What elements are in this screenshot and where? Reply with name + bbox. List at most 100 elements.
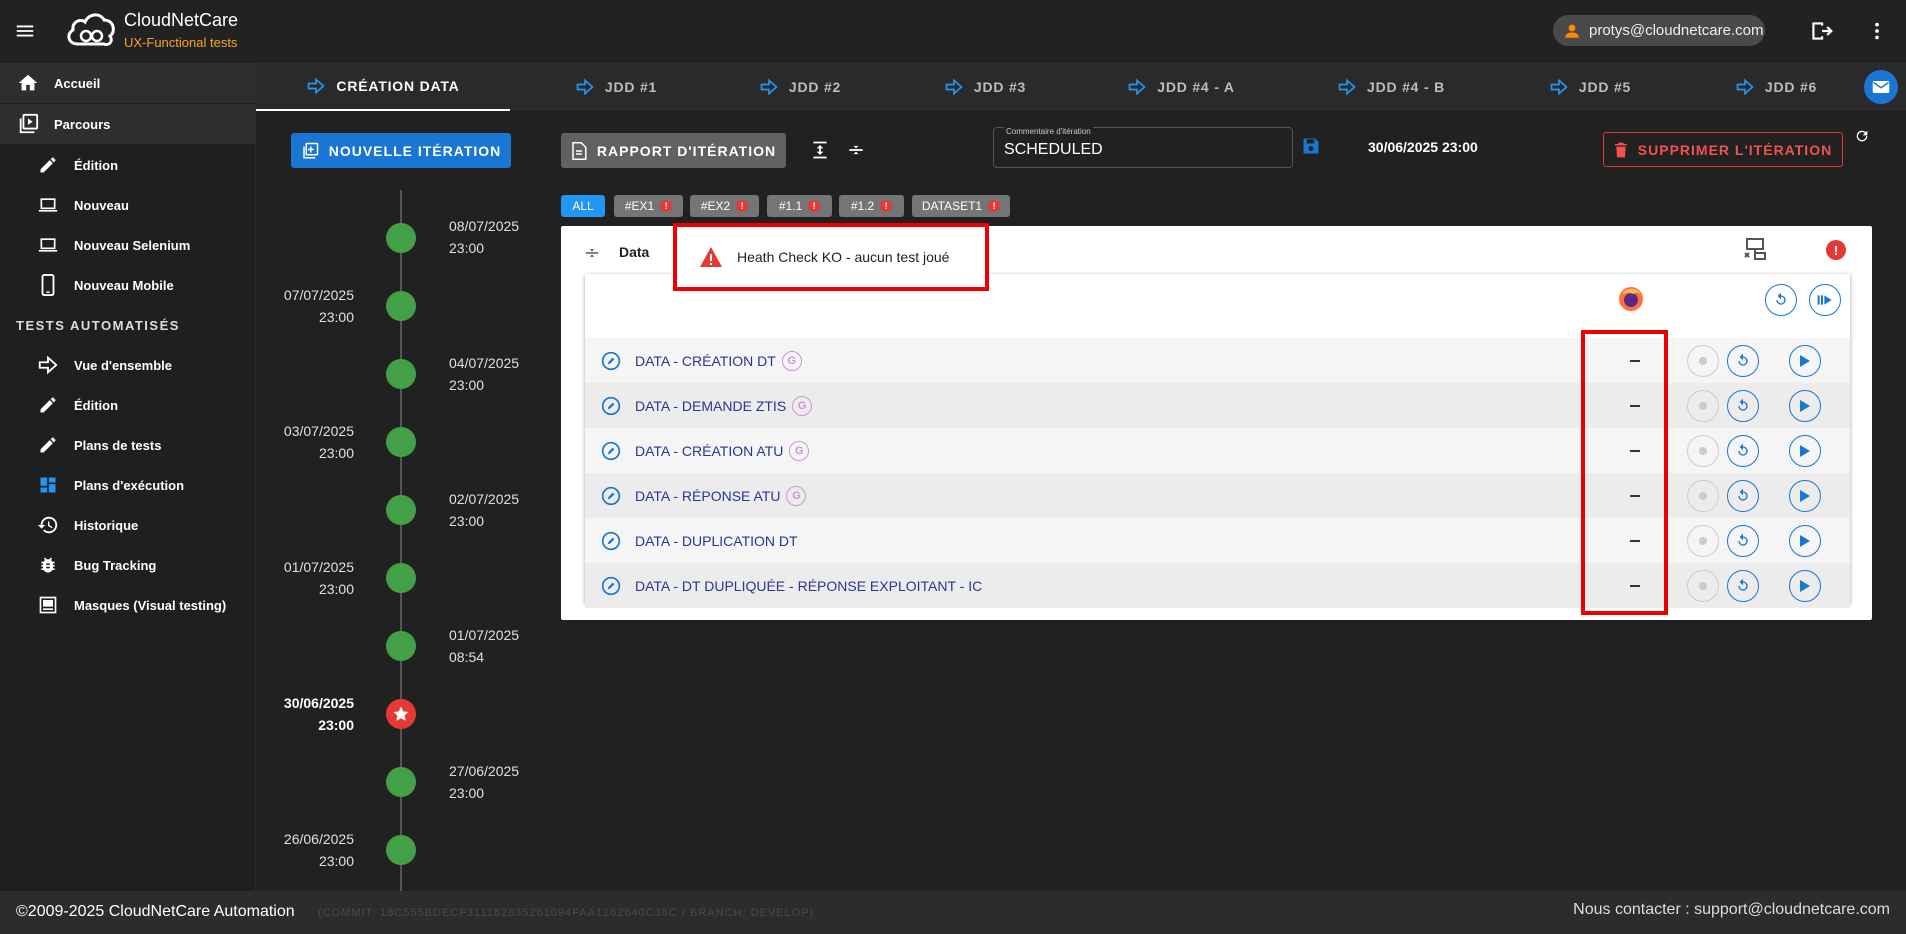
edit-circle-icon[interactable]: [601, 486, 621, 506]
timeline-date: 01/07/2025 08:54: [449, 627, 520, 665]
tab-jdd-5[interactable]: JDD #5: [1530, 63, 1650, 111]
rerun-button[interactable]: [1727, 389, 1759, 422]
timeline-dot[interactable]: [386, 631, 416, 661]
tab-jdd-1[interactable]: JDD #1: [556, 63, 676, 111]
rerun-button[interactable]: [1727, 569, 1759, 602]
sidebar-item-parcours-edition[interactable]: Édition: [36, 153, 118, 177]
chip-label: DATASET1: [921, 199, 983, 213]
bug-button[interactable]: [1687, 344, 1719, 377]
sidebar-item-plans-execution[interactable]: Plans d'exécution: [36, 473, 184, 497]
expand-all-icon[interactable]: [810, 139, 830, 161]
sidebar-item-masques[interactable]: Masques (Visual testing): [36, 593, 226, 617]
edit-circle-icon[interactable]: [601, 351, 621, 371]
timeline-dot[interactable]: [386, 767, 416, 797]
play-all-button[interactable]: [1809, 284, 1841, 316]
timeline-dot[interactable]: [386, 563, 416, 593]
test-name[interactable]: DATA - CRÉATION ATU G: [635, 440, 810, 461]
timeline-dot[interactable]: [386, 427, 416, 457]
sidebar-item-label: Nouveau: [74, 197, 129, 213]
rerun-all-button[interactable]: [1765, 284, 1797, 316]
filter-chip-1-2[interactable]: #1.2!: [839, 195, 904, 217]
test-name[interactable]: DATA - DEMANDE ZTIS G: [635, 395, 813, 416]
timeline-dot[interactable]: [386, 223, 416, 253]
play-button[interactable]: [1789, 344, 1821, 377]
network-off-icon[interactable]: [1743, 237, 1767, 261]
field-label: Commentaire d'itération: [1004, 127, 1093, 136]
test-name[interactable]: DATA - CRÉATION DT G: [635, 350, 802, 371]
bug-button[interactable]: [1687, 524, 1719, 557]
tab-jdd-4a[interactable]: JDD #4 - A: [1111, 63, 1251, 111]
filter-chip-1-1[interactable]: #1.1!: [767, 195, 832, 217]
filter-chip-dataset1[interactable]: DATASET1!: [912, 195, 1010, 217]
rerun-button[interactable]: [1727, 524, 1759, 557]
history-icon: [36, 513, 60, 537]
bug-button[interactable]: [1687, 389, 1719, 422]
delete-iteration-button[interactable]: SUPPRIMER L'ITÉRATION: [1603, 132, 1843, 167]
sidebar-item-label: Historique: [74, 517, 139, 533]
test-name[interactable]: DATA - RÉPONSE ATU G: [635, 485, 807, 506]
section-label: TESTS AUTOMATISÉS: [16, 318, 180, 333]
edit-circle-icon[interactable]: [601, 396, 621, 416]
refresh-icon[interactable]: [1854, 128, 1870, 144]
timeline-dot[interactable]: [386, 291, 416, 321]
tab-jdd-4b[interactable]: JDD #4 - B: [1321, 63, 1461, 111]
bug-button[interactable]: [1687, 569, 1719, 602]
arrow-right-icon: [308, 77, 326, 95]
footer: ©2009-2025 CloudNetCare Automation (COMM…: [0, 891, 1906, 934]
bug-icon: [1698, 491, 1708, 500]
sidebar-item-plans-de-tests[interactable]: Plans de tests: [36, 433, 161, 457]
timeline-dot[interactable]: [386, 359, 416, 389]
test-name[interactable]: DATA - DUPLICATION DT: [635, 533, 798, 549]
tab-creation-data[interactable]: CRÉATION DATA: [256, 63, 510, 111]
iteration-comment-field[interactable]: Commentaire d'itération SCHEDULED: [993, 127, 1293, 168]
play-button[interactable]: [1789, 569, 1821, 602]
filter-chip-ex2[interactable]: #EX2!: [690, 195, 759, 217]
play-button[interactable]: [1789, 524, 1821, 557]
sidebar-item-bug-tracking[interactable]: Bug Tracking: [36, 553, 156, 577]
filter-chip-ex1[interactable]: #EX1!: [614, 195, 683, 217]
sidebar-item-nouveau[interactable]: Nouveau: [36, 193, 129, 217]
sidebar-item-edition[interactable]: Édition: [36, 393, 118, 417]
pencil-icon: [36, 393, 60, 417]
user-chip[interactable]: protys@cloudnetcare.com: [1553, 15, 1765, 46]
sidebar-item-nouveau-mobile[interactable]: Nouveau Mobile: [36, 273, 174, 297]
tab-jdd-3[interactable]: JDD #3: [925, 63, 1045, 111]
more-vert-icon[interactable]: [1866, 18, 1888, 44]
rerun-button[interactable]: [1727, 479, 1759, 512]
play-button[interactable]: [1789, 434, 1821, 467]
edit-circle-icon[interactable]: [601, 531, 621, 551]
iteration-report-button[interactable]: RAPPORT D'ITÉRATION: [561, 133, 786, 168]
tab-jdd-6[interactable]: JDD #6: [1716, 63, 1836, 111]
bug-button[interactable]: [1687, 479, 1719, 512]
mail-icon[interactable]: [1864, 70, 1898, 104]
bug-button[interactable]: [1687, 434, 1719, 467]
tab-jdd-2[interactable]: JDD #2: [740, 63, 860, 111]
collapse-icon[interactable]: [583, 242, 601, 264]
edit-circle-icon[interactable]: [601, 441, 621, 461]
sidebar-item-accueil[interactable]: Accueil: [0, 63, 255, 103]
timeline-dot[interactable]: [386, 835, 416, 865]
g-badge-icon: G: [781, 350, 802, 371]
save-icon[interactable]: [1301, 136, 1321, 156]
sidebar-item-parcours[interactable]: Parcours: [0, 104, 255, 144]
play-button[interactable]: [1789, 389, 1821, 422]
new-iteration-button[interactable]: NOUVELLE ITÉRATION: [291, 133, 511, 168]
rerun-button[interactable]: [1727, 344, 1759, 377]
sidebar-item-vue-ensemble[interactable]: Vue d'ensemble: [36, 353, 172, 377]
chip-label: #EX2: [700, 199, 731, 213]
edit-circle-icon[interactable]: [601, 576, 621, 596]
filter-chip-all[interactable]: ALL: [561, 195, 605, 217]
menu-icon[interactable]: [14, 20, 42, 44]
sidebar-item-nouveau-selenium[interactable]: Nouveau Selenium: [36, 233, 190, 257]
contact-link[interactable]: Nous contacter : support@cloudnetcare.co…: [1573, 901, 1890, 919]
test-name[interactable]: DATA - DT DUPLIQUÉE - RÉPONSE EXPLOITANT…: [635, 578, 982, 594]
timeline-dot-current[interactable]: [386, 699, 416, 729]
logout-icon[interactable]: [1808, 18, 1834, 44]
sidebar-item-historique[interactable]: Historique: [36, 513, 138, 537]
app-logo[interactable]: CloudNetCare UX-Functional tests: [64, 10, 238, 50]
timeline-dot[interactable]: [386, 495, 416, 525]
collapse-all-icon[interactable]: [846, 139, 866, 161]
play-button[interactable]: [1789, 479, 1821, 512]
arrow-right-icon: [1128, 78, 1146, 96]
rerun-button[interactable]: [1727, 434, 1759, 467]
